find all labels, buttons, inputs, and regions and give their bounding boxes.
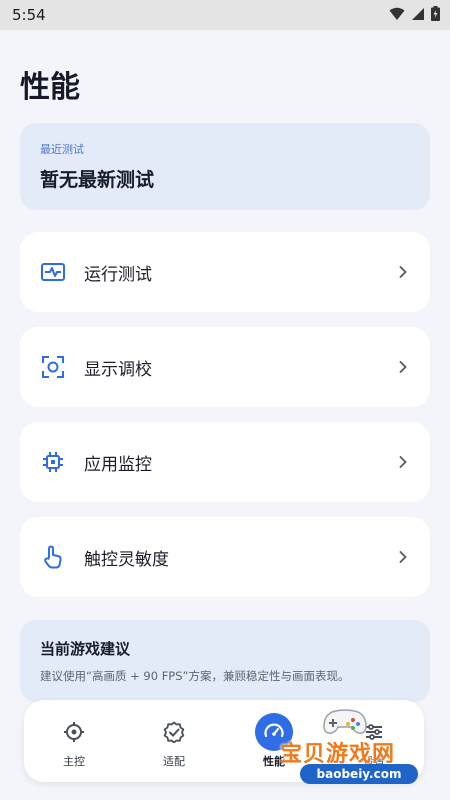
status-bar: 5:54 <box>0 0 450 30</box>
chevron-right-icon <box>396 550 410 564</box>
nav-label: 适配 <box>163 755 185 768</box>
recent-test-label: 最近测试 <box>40 143 84 156</box>
nav-item-main-control[interactable]: 主控 <box>29 713 119 769</box>
watermark-url: baobeiy.com <box>300 764 418 784</box>
menu-item-touch-sensitivity[interactable]: 触控灵敏度 <box>20 517 430 597</box>
signal-icon <box>411 6 425 25</box>
target-icon <box>55 713 93 751</box>
game-suggestion-card: 当前游戏建议 建议使用“高画质 + 90 FPS”方案，兼顾稳定性与画面表现。 <box>20 620 430 702</box>
wifi-icon <box>389 6 405 25</box>
watermark: 宝贝游戏网 baobeiy.com <box>278 702 440 792</box>
menu-item-display-calibration[interactable]: 显示调校 <box>20 327 430 407</box>
badge-check-icon <box>155 713 193 751</box>
nav-label: 主控 <box>63 755 85 768</box>
chevron-right-icon <box>396 360 410 374</box>
menu-item-label: 应用监控 <box>84 454 152 475</box>
waveform-icon <box>40 259 66 285</box>
recent-test-card: 最近测试 暂无最新测试 <box>20 123 430 210</box>
chevron-right-icon <box>396 265 410 279</box>
page-title: 性能 <box>20 70 80 105</box>
display-scan-icon <box>40 354 66 380</box>
battery-icon <box>431 5 440 25</box>
nav-item-adapt[interactable]: 适配 <box>129 713 219 769</box>
menu-item-label: 运行测试 <box>84 264 152 285</box>
menu-item-label: 显示调校 <box>84 359 152 380</box>
game-suggestion-title: 当前游戏建议 <box>40 640 131 658</box>
recent-test-value: 暂无最新测试 <box>40 169 155 191</box>
touch-hand-icon <box>40 544 66 570</box>
chevron-right-icon <box>396 455 410 469</box>
menu-item-app-monitor[interactable]: 应用监控 <box>20 422 430 502</box>
status-time: 5:54 <box>12 6 46 24</box>
status-icons <box>389 5 440 25</box>
menu-item-label: 触控灵敏度 <box>84 549 169 570</box>
gamepad-icon <box>322 706 368 740</box>
chip-icon <box>40 449 66 475</box>
menu-item-run-test[interactable]: 运行测试 <box>20 232 430 312</box>
game-suggestion-body: 建议使用“高画质 + 90 FPS”方案，兼顾稳定性与画面表现。 <box>40 669 350 683</box>
